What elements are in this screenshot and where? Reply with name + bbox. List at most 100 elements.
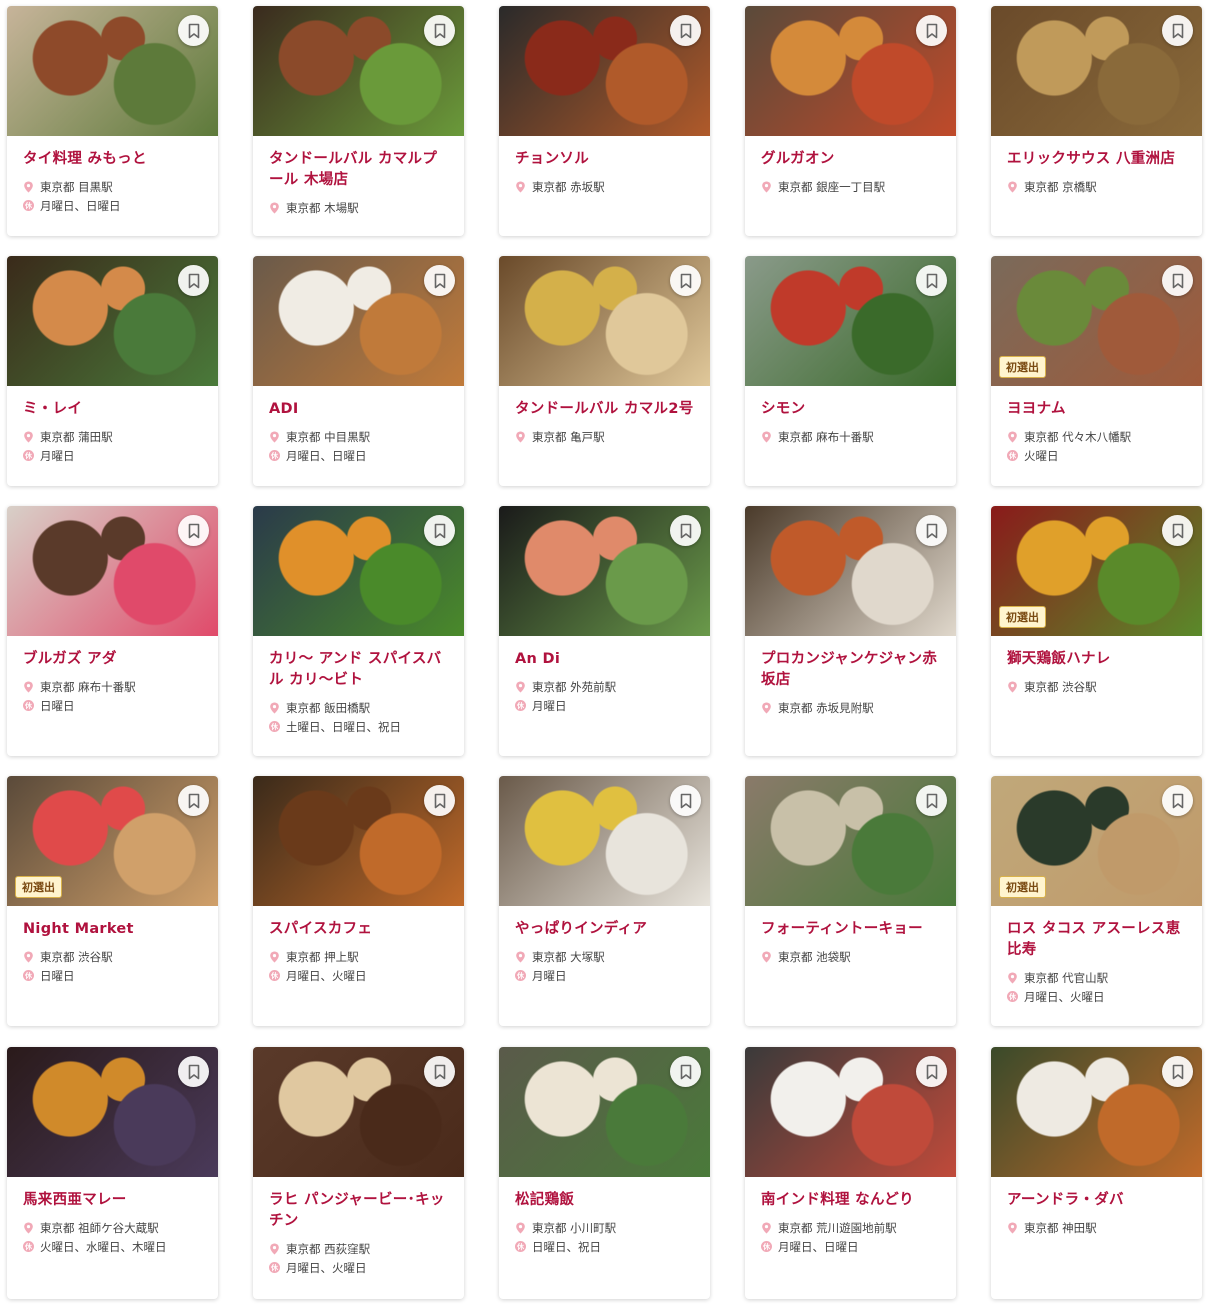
restaurant-card[interactable]: カリ〜 アンド スパイスバル カリ〜ビト 東京都 飯田橋駅休土曜日、日曜日、祝日 <box>253 506 464 756</box>
restaurant-name[interactable]: ラヒ パンジャービー･キッチン <box>269 1190 450 1232</box>
restaurant-photo[interactable]: 初選出 <box>991 256 1202 386</box>
restaurant-name[interactable]: カリ〜 アンド スパイスバル カリ〜ビト <box>269 649 450 691</box>
bookmark-icon[interactable] <box>670 15 701 46</box>
restaurant-card[interactable]: An Di 東京都 外苑前駅休月曜日 <box>499 506 710 756</box>
restaurant-name[interactable]: 獅天鶏飯ハナレ <box>1007 649 1188 670</box>
bookmark-icon[interactable] <box>670 785 701 816</box>
restaurant-name[interactable]: An Di <box>515 649 696 670</box>
bookmark-icon[interactable] <box>916 515 947 546</box>
restaurant-card[interactable]: 初選出 獅天鶏飯ハナレ 東京都 渋谷駅 <box>991 506 1202 756</box>
bookmark-icon[interactable] <box>916 1056 947 1087</box>
bookmark-icon[interactable] <box>1162 15 1193 46</box>
bookmark-icon[interactable] <box>178 265 209 296</box>
restaurant-card[interactable]: 初選出 ロス タコス アスーレス恵比寿 東京都 代官山駅休月曜日、火曜日 <box>991 776 1202 1026</box>
bookmark-icon[interactable] <box>424 515 455 546</box>
restaurant-card[interactable]: タンドールバル カマルプール 木場店 東京都 木場駅 <box>253 6 464 236</box>
restaurant-name[interactable]: 南インド料理 なんどり <box>761 1190 942 1211</box>
restaurant-name[interactable]: シモン <box>761 399 942 420</box>
restaurant-photo[interactable] <box>253 6 464 136</box>
restaurant-photo[interactable] <box>253 256 464 386</box>
bookmark-icon[interactable] <box>1162 265 1193 296</box>
restaurant-photo[interactable] <box>745 256 956 386</box>
restaurant-card[interactable]: やっぱりインディア 東京都 大塚駅休月曜日 <box>499 776 710 1026</box>
restaurant-photo[interactable] <box>7 506 218 636</box>
restaurant-name[interactable]: やっぱりインディア <box>515 919 696 940</box>
bookmark-icon[interactable] <box>670 1056 701 1087</box>
restaurant-card[interactable]: ミ・レイ 東京都 蒲田駅休月曜日 <box>7 256 218 486</box>
restaurant-name[interactable]: スパイスカフェ <box>269 919 450 940</box>
restaurant-name[interactable]: ADI <box>269 399 450 420</box>
restaurant-photo[interactable]: 初選出 <box>991 506 1202 636</box>
restaurant-name[interactable]: アーンドラ・ダバ <box>1007 1190 1188 1211</box>
restaurant-name[interactable]: エリックサウス 八重洲店 <box>1007 149 1188 170</box>
restaurant-name[interactable]: グルガオン <box>761 149 942 170</box>
bookmark-icon[interactable] <box>424 15 455 46</box>
restaurant-photo[interactable]: 初選出 <box>7 776 218 906</box>
restaurant-card[interactable]: 松記鶏飯 東京都 小川町駅休日曜日、祝日 <box>499 1047 710 1299</box>
restaurant-card[interactable]: ラヒ パンジャービー･キッチン 東京都 西荻窪駅休月曜日、火曜日 <box>253 1047 464 1299</box>
restaurant-card[interactable]: プロカンジャンケジャン赤坂店 東京都 赤坂見附駅 <box>745 506 956 756</box>
restaurant-card[interactable]: シモン 東京都 麻布十番駅 <box>745 256 956 486</box>
restaurant-card[interactable]: 馬来西亜マレー 東京都 祖師ケ谷大蔵駅休火曜日、水曜日、木曜日 <box>7 1047 218 1299</box>
bookmark-icon[interactable] <box>424 265 455 296</box>
bookmark-icon[interactable] <box>670 515 701 546</box>
restaurant-card[interactable]: 初選出 Night Market 東京都 渋谷駅休日曜日 <box>7 776 218 1026</box>
restaurant-card[interactable]: スパイスカフェ 東京都 押上駅休月曜日、火曜日 <box>253 776 464 1026</box>
restaurant-card[interactable]: 南インド料理 なんどり 東京都 荒川遊園地前駅休月曜日、日曜日 <box>745 1047 956 1299</box>
restaurant-card[interactable]: アーンドラ・ダバ 東京都 神田駅 <box>991 1047 1202 1299</box>
restaurant-photo[interactable] <box>499 256 710 386</box>
restaurant-photo[interactable] <box>745 506 956 636</box>
restaurant-name[interactable]: Night Market <box>23 919 204 940</box>
restaurant-card[interactable]: 初選出 ヨヨナム 東京都 代々木八幡駅休火曜日 <box>991 256 1202 486</box>
restaurant-name[interactable]: プロカンジャンケジャン赤坂店 <box>761 649 942 691</box>
bookmark-icon[interactable] <box>916 15 947 46</box>
restaurant-name[interactable]: 馬来西亜マレー <box>23 1190 204 1211</box>
restaurant-name[interactable]: タンドールバル カマルプール 木場店 <box>269 149 450 191</box>
bookmark-icon[interactable] <box>424 785 455 816</box>
bookmark-icon[interactable] <box>670 265 701 296</box>
restaurant-photo[interactable] <box>991 6 1202 136</box>
bookmark-icon[interactable] <box>178 785 209 816</box>
bookmark-icon[interactable] <box>1162 1056 1193 1087</box>
restaurant-photo[interactable] <box>253 1047 464 1177</box>
restaurant-photo[interactable] <box>7 256 218 386</box>
restaurant-name[interactable]: 松記鶏飯 <box>515 1190 696 1211</box>
restaurant-photo[interactable] <box>253 776 464 906</box>
bookmark-icon[interactable] <box>916 265 947 296</box>
restaurant-card[interactable]: タイ料理 みもっと 東京都 目黒駅休月曜日、日曜日 <box>7 6 218 236</box>
restaurant-name[interactable]: ヨヨナム <box>1007 399 1188 420</box>
bookmark-icon[interactable] <box>916 785 947 816</box>
restaurant-photo[interactable] <box>499 776 710 906</box>
restaurant-photo[interactable] <box>7 1047 218 1177</box>
restaurant-photo[interactable] <box>499 506 710 636</box>
bookmark-icon[interactable] <box>424 1056 455 1087</box>
restaurant-name[interactable]: ミ・レイ <box>23 399 204 420</box>
restaurant-card[interactable]: タンドールバル カマル2号 東京都 亀戸駅 <box>499 256 710 486</box>
restaurant-photo[interactable] <box>991 1047 1202 1177</box>
restaurant-name[interactable]: ロス タコス アスーレス恵比寿 <box>1007 919 1188 961</box>
restaurant-photo[interactable] <box>745 776 956 906</box>
restaurant-photo[interactable] <box>7 6 218 136</box>
restaurant-photo[interactable] <box>499 6 710 136</box>
restaurant-photo[interactable]: 初選出 <box>991 776 1202 906</box>
restaurant-card[interactable]: エリックサウス 八重洲店 東京都 京橋駅 <box>991 6 1202 236</box>
restaurant-photo[interactable] <box>499 1047 710 1177</box>
bookmark-icon[interactable] <box>1162 785 1193 816</box>
restaurant-photo[interactable] <box>253 506 464 636</box>
restaurant-name[interactable]: ブルガズ アダ <box>23 649 204 670</box>
restaurant-card[interactable]: ブルガズ アダ 東京都 麻布十番駅休日曜日 <box>7 506 218 756</box>
restaurant-card[interactable]: チョンソル 東京都 赤坂駅 <box>499 6 710 236</box>
restaurant-name[interactable]: タンドールバル カマル2号 <box>515 399 696 420</box>
restaurant-card[interactable]: グルガオン 東京都 銀座一丁目駅 <box>745 6 956 236</box>
bookmark-icon[interactable] <box>1162 515 1193 546</box>
restaurant-name[interactable]: チョンソル <box>515 149 696 170</box>
restaurant-photo[interactable] <box>745 1047 956 1177</box>
bookmark-icon[interactable] <box>178 15 209 46</box>
bookmark-icon[interactable] <box>178 1056 209 1087</box>
bookmark-icon[interactable] <box>178 515 209 546</box>
restaurant-photo[interactable] <box>745 6 956 136</box>
restaurant-name[interactable]: タイ料理 みもっと <box>23 149 204 170</box>
restaurant-card[interactable]: ADI 東京都 中目黒駅休月曜日、日曜日 <box>253 256 464 486</box>
restaurant-card[interactable]: フォーティントーキョー 東京都 池袋駅 <box>745 776 956 1026</box>
restaurant-name[interactable]: フォーティントーキョー <box>761 919 942 940</box>
